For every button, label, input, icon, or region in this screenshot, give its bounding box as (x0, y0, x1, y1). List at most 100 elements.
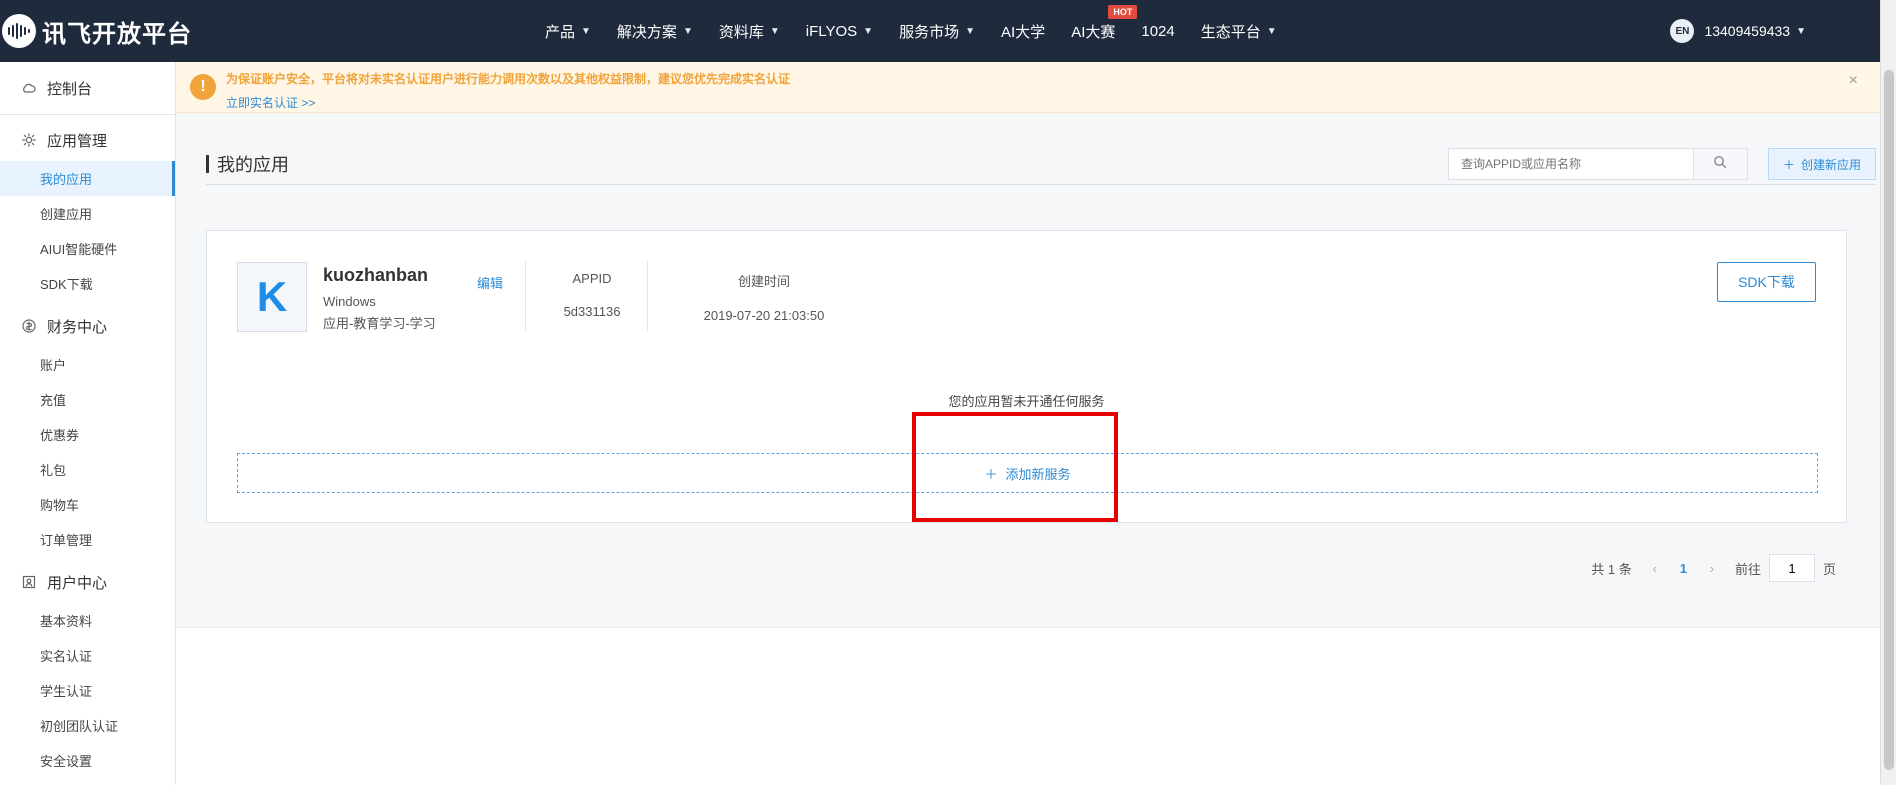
sidebar-group-title: 应用管理 (0, 119, 175, 161)
sidebar-item-real-name[interactable]: 实名认证 (0, 638, 175, 673)
sidebar-item-aiui-hardware[interactable]: AIUI智能硬件 (0, 231, 175, 266)
sidebar-group-title: 用户中心 (0, 561, 175, 603)
nav-ai-university[interactable]: AI大学 (1001, 21, 1045, 42)
divider-line (525, 261, 526, 331)
sidebar-item-sdk-download[interactable]: SDK下载 (0, 266, 175, 301)
sidebar: 控制台 应用管理 我的应用 创建应用 AIUI智能硬件 SDK下载 财务中心 账… (0, 62, 176, 785)
sidebar-item-my-apps[interactable]: 我的应用 (0, 161, 175, 196)
sidebar-item-label: 礼包 (40, 463, 67, 478)
gear-icon (21, 132, 37, 148)
chevron-down-icon: ▼ (1266, 25, 1277, 37)
plus-icon: ＋ (1782, 157, 1795, 172)
create-app-label: 创建新应用 (1800, 157, 1861, 172)
app-platform: Windows (323, 294, 376, 309)
edit-app-link[interactable]: 编辑 (477, 273, 503, 292)
group-title: 财务中心 (47, 318, 108, 336)
sidebar-item-label: 订单管理 (40, 533, 93, 548)
sidebar-item-label: 初创团队认证 (40, 719, 119, 734)
sidebar-item-label: 账户 (40, 358, 67, 373)
sidebar-item-label: 我的应用 (40, 172, 93, 187)
scrollbar-thumb[interactable] (1884, 70, 1894, 770)
sidebar-item-account[interactable]: 账户 (0, 347, 175, 382)
created-value: 2019-07-20 21:03:50 (703, 308, 825, 323)
goto-prefix: 前往 (1734, 561, 1761, 577)
nav-solutions[interactable]: 解决方案 ▼ (617, 21, 693, 42)
page-number[interactable]: 1 (1680, 561, 1687, 576)
sidebar-item-coupons[interactable]: 优惠券 (0, 417, 175, 452)
sidebar-group-finance: 财务中心 账户 充值 优惠券 礼包 购物车 订单管理 (0, 305, 175, 557)
notice-text-block: 为保证账户安全，平台将对未实名认证用户进行能力调用次数以及其他权益限制，建议您优… (226, 70, 790, 112)
sidebar-item-security[interactable]: 安全设置 (0, 743, 175, 778)
nav-market[interactable]: 服务市场 ▼ (899, 21, 975, 42)
total-count: 共 1 条 (1591, 561, 1632, 577)
sidebar-group-user-center: 用户中心 基本资料 实名认证 学生认证 初创团队认证 安全设置 (0, 561, 175, 778)
nav-ai-competition[interactable]: AI大赛 HOT (1071, 4, 1138, 42)
language-switch[interactable]: EN (1670, 19, 1695, 43)
nav-products[interactable]: 产品 ▼ (545, 21, 591, 42)
sidebar-item-student-auth[interactable]: 学生认证 (0, 673, 175, 708)
nav-label: 服务市场 (899, 23, 960, 41)
prev-page-button[interactable]: ‹ (1644, 557, 1666, 579)
main-content: ! 为保证账户安全，平台将对未实名认证用户进行能力调用次数以及其他权益限制，建议… (176, 62, 1896, 785)
sidebar-items: 我的应用 创建应用 AIUI智能硬件 SDK下载 (0, 161, 175, 301)
sidebar-item-label: 购物车 (40, 498, 80, 513)
chevron-down-icon: ▼ (581, 25, 591, 37)
chevron-down-icon: ▼ (769, 25, 780, 37)
search-input[interactable] (1448, 149, 1693, 179)
sidebar-item-label: 基本资料 (40, 614, 93, 629)
group-title: 用户中心 (47, 574, 108, 592)
add-service-label: 添加新服务 (1005, 466, 1071, 482)
appid-label: APPID (572, 271, 612, 286)
no-service-message: 您的应用暂未开通任何服务 (948, 394, 1105, 409)
nav-docs[interactable]: 资料库 ▼ (719, 21, 780, 42)
nav-1024[interactable]: 1024 (1141, 23, 1174, 40)
app-category: 应用-教育学习-学习 (323, 316, 436, 331)
pagination: 共 1 条 ‹ 1 › 前往 页 (1591, 554, 1836, 582)
nav-label: 解决方案 (616, 23, 677, 41)
sidebar-top-label: 控制台 (47, 80, 93, 98)
coin-icon (21, 318, 37, 334)
close-icon[interactable]: × (1849, 72, 1858, 90)
add-service-button[interactable]: ＋ 添加新服务 (237, 453, 1818, 493)
sidebar-item-label: 创建应用 (40, 207, 93, 222)
title-accent-bar (206, 155, 209, 173)
top-navigation: 讯飞开放平台 产品 ▼ 解决方案 ▼ 资料库 ▼ iFLYOS ▼ 服务市场 ▼… (0, 0, 1896, 62)
sidebar-group-app-management: 应用管理 我的应用 创建应用 AIUI智能硬件 SDK下载 (0, 119, 175, 301)
search-icon (1713, 155, 1727, 174)
nav-iflyos[interactable]: iFLYOS ▼ (806, 23, 873, 40)
sidebar-item-label: 优惠券 (40, 428, 80, 443)
sidebar-item-startup-auth[interactable]: 初创团队认证 (0, 708, 175, 743)
cloud-icon (21, 80, 37, 96)
created-label: 创建时间 (737, 274, 790, 289)
chevron-right-icon: › (1709, 560, 1715, 576)
create-app-button[interactable]: ＋ 创建新应用 (1767, 148, 1876, 180)
sidebar-item-console[interactable]: 控制台 (0, 62, 175, 115)
sdk-download-button[interactable]: SDK下载 (1717, 262, 1816, 302)
goto-page-input[interactable] (1768, 554, 1815, 582)
brand[interactable]: 讯飞开放平台 (0, 0, 192, 62)
sidebar-items: 账户 充值 优惠券 礼包 购物车 订单管理 (0, 347, 175, 557)
next-page-button[interactable]: › (1701, 557, 1723, 579)
user-menu[interactable]: 13409459433 ▼ (1704, 23, 1806, 39)
page-header: 我的应用 ＋ 创建新应用 (206, 144, 1876, 184)
warning-icon: ! (190, 74, 216, 100)
appid-value: 5d331136 (563, 304, 621, 319)
sidebar-item-recharge[interactable]: 充值 (0, 382, 175, 417)
sidebar-item-gift-pack[interactable]: 礼包 (0, 452, 175, 487)
vertical-scrollbar[interactable] (1880, 0, 1896, 785)
app-card: K kuozhanban Windows 应用-教育学习-学习 编辑 APPID… (206, 230, 1847, 523)
group-title: 应用管理 (47, 132, 108, 150)
chevron-down-icon: ▼ (965, 25, 975, 37)
nav-ecosystem[interactable]: 生态平台 ▼ (1201, 21, 1277, 42)
id-card-icon (21, 574, 37, 590)
sidebar-item-profile[interactable]: 基本资料 (0, 603, 175, 638)
nav-label: AI大赛 (1071, 23, 1116, 41)
sidebar-item-cart[interactable]: 购物车 (0, 487, 175, 522)
header-actions: ＋ 创建新应用 (1447, 148, 1876, 180)
real-name-link[interactable]: 立即实名认证 >> (226, 94, 315, 112)
sidebar-item-orders[interactable]: 订单管理 (0, 522, 175, 557)
top-menu: 产品 ▼ 解决方案 ▼ 资料库 ▼ iFLYOS ▼ 服务市场 ▼ AI大学 A… (545, 0, 1277, 62)
title-wrap: 我的应用 (206, 151, 289, 177)
sidebar-item-create-app[interactable]: 创建应用 (0, 196, 175, 231)
search-button[interactable] (1692, 149, 1747, 179)
